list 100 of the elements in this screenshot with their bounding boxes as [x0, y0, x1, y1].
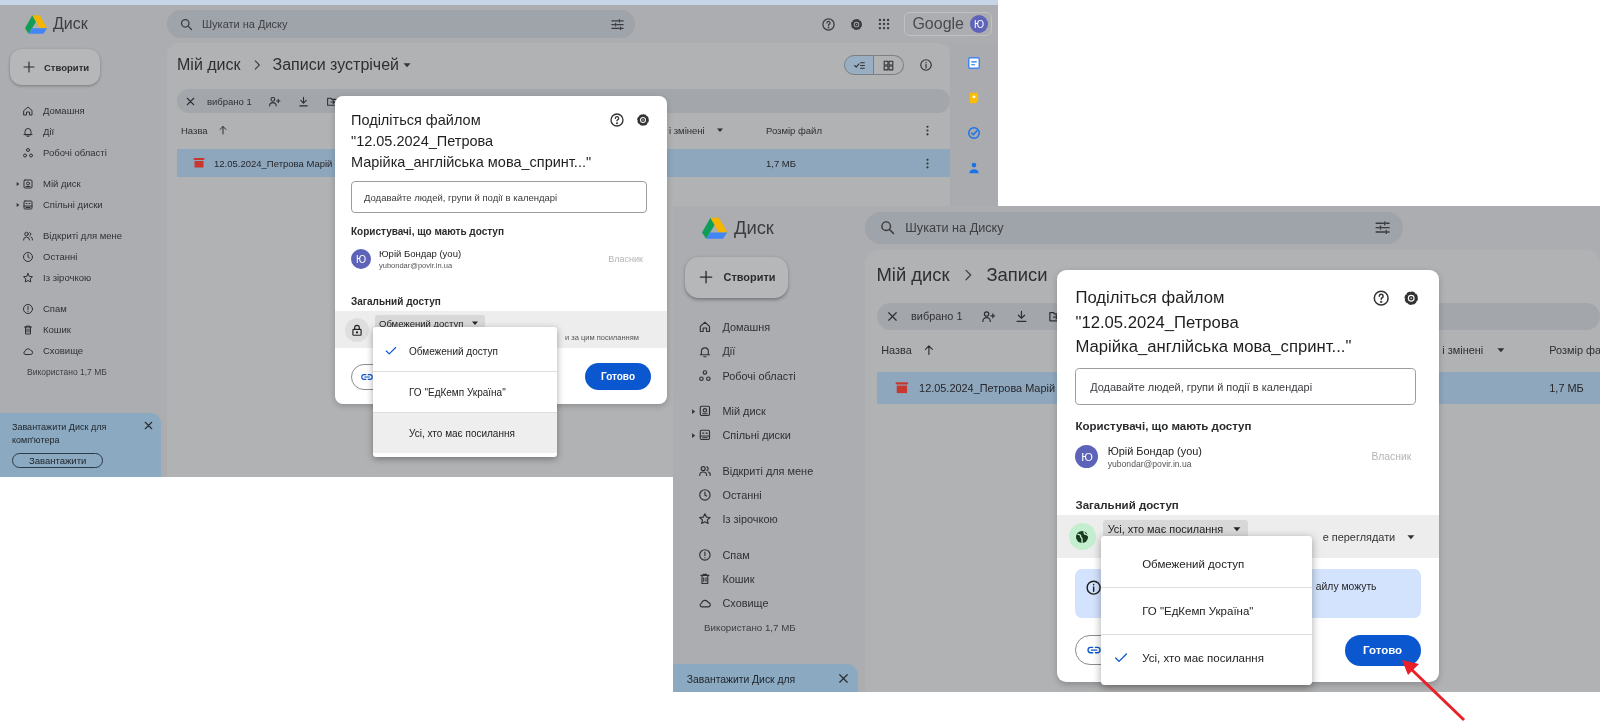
app-name: Диск: [53, 15, 88, 33]
nav-item[interactable]: Останні: [0, 246, 167, 267]
nav-item[interactable]: Відкриті для мене: [0, 225, 167, 246]
nav-item[interactable]: Домашня: [0, 100, 167, 121]
file-size: 1,7 МБ: [766, 157, 797, 169]
user-avatar: Ю: [351, 249, 371, 269]
globe-icon: [1074, 528, 1091, 545]
apps-icon[interactable]: [877, 17, 892, 31]
nav-item[interactable]: Мій диск: [0, 173, 167, 194]
done-button[interactable]: Готово: [1344, 634, 1421, 666]
clock-icon: [698, 488, 713, 503]
column-header[interactable]: і змінені: [1442, 343, 1484, 356]
nav-item[interactable]: Дії: [0, 121, 167, 142]
breadcrumb-item[interactable]: Записи: [986, 264, 1048, 286]
user-name: Юрій Бондар (you): [379, 248, 462, 259]
role-label: Власник: [1371, 451, 1412, 463]
star-icon: [698, 512, 713, 527]
sort-arrow-icon[interactable]: [216, 124, 229, 136]
breadcrumb-item[interactable]: Записи зустрічей: [272, 56, 400, 74]
file-name: 12.05.2024_Петрова Марій: [919, 381, 1056, 394]
column-header[interactable]: Розмір файл: [766, 124, 822, 136]
drive-icon: [698, 404, 713, 419]
help-icon[interactable]: [1372, 288, 1391, 308]
menu-item[interactable]: Усі, хто має посилання: [373, 412, 557, 453]
nav-item[interactable]: Із зірочкою: [0, 267, 167, 288]
nav-item[interactable]: Останні: [673, 483, 866, 508]
nav-item[interactable]: Дії: [673, 339, 866, 364]
nav-item[interactable]: Спам: [0, 298, 167, 319]
notice-text: айлу можуть: [1315, 580, 1377, 592]
column-header[interactable]: Назва: [881, 343, 912, 356]
help-icon[interactable]: [609, 112, 625, 128]
nav-item[interactable]: Із зірочкою: [673, 507, 866, 532]
search-icon: [878, 219, 897, 237]
breadcrumb-item[interactable]: Мій диск: [876, 264, 950, 286]
app-name: Диск: [733, 216, 774, 239]
download-icon[interactable]: [1014, 308, 1030, 324]
menu-item[interactable]: ГО "ЕдКемп Україна": [1100, 586, 1313, 634]
nav-item[interactable]: Сховище: [673, 591, 866, 616]
sort-arrow-icon[interactable]: [922, 342, 936, 357]
nav-item[interactable]: Відкриті для мене: [673, 458, 866, 484]
bell-icon: [698, 344, 713, 359]
filter-icon[interactable]: [1374, 219, 1392, 237]
account-button[interactable]: Google Ю: [904, 12, 992, 36]
clock-icon: [22, 250, 34, 263]
alert-icon: [22, 302, 34, 315]
nav-item[interactable]: Спільні диски: [0, 194, 167, 215]
section-heading: Користувачі, що мають доступ: [1074, 419, 1253, 432]
video-file-icon: [894, 380, 909, 395]
nav-item[interactable]: Кошик: [673, 567, 866, 592]
storage-text: Використано 1,7 МБ: [27, 367, 108, 377]
download-icon[interactable]: [296, 94, 310, 108]
nav-item[interactable]: Робочі області: [0, 142, 167, 163]
nav-item[interactable]: Робочі області: [673, 363, 866, 388]
expand-icon[interactable]: [14, 180, 22, 188]
role-dropdown[interactable]: е переглядати: [1322, 529, 1419, 544]
list-view-button[interactable]: [844, 55, 874, 75]
menu-item[interactable]: Обмежений доступ: [1100, 540, 1313, 587]
selection-count: вибрано 1: [207, 95, 252, 107]
user-avatar: Ю: [1075, 445, 1099, 469]
menu-item[interactable]: Усі, хто має посилання: [1100, 633, 1313, 681]
create-button[interactable]: Створити: [10, 49, 100, 85]
account-avatar: Ю: [970, 15, 988, 33]
filter-icon[interactable]: [610, 16, 625, 32]
nav-item[interactable]: Кошик: [0, 319, 167, 340]
column-header[interactable]: і змінені: [669, 124, 705, 136]
trash-icon: [22, 323, 34, 336]
menu-item[interactable]: Обмежений доступ: [373, 331, 557, 371]
shared-drive-icon: [698, 428, 713, 443]
settings-icon[interactable]: [635, 112, 651, 128]
check-circle-icon[interactable]: [967, 126, 981, 140]
file-size: 1,7 МБ: [1549, 381, 1585, 394]
storage-text: Використано 1,7 МБ: [704, 622, 797, 634]
role-label: Власник: [608, 254, 643, 264]
info-icon[interactable]: [919, 58, 933, 72]
nav-item[interactable]: Спільні диски: [673, 423, 866, 448]
lock-icon: [350, 322, 364, 337]
calendar-icon[interactable]: [967, 56, 981, 70]
nav-item[interactable]: Домашня: [673, 315, 866, 340]
search-field[interactable]: Шукати на Диску: [167, 10, 635, 38]
breadcrumb-item[interactable]: Мій диск: [177, 56, 241, 74]
nav-item[interactable]: Сховище: [0, 340, 167, 361]
trash-icon: [698, 572, 713, 586]
search-field[interactable]: Шукати на Диску: [865, 211, 1404, 244]
info-icon: [1084, 578, 1102, 596]
nav-item[interactable]: Мій диск: [673, 399, 866, 424]
create-button[interactable]: Створити: [684, 256, 788, 298]
done-button[interactable]: Готово: [584, 363, 651, 390]
people-icon: [22, 229, 34, 242]
expand-icon[interactable]: [14, 201, 22, 209]
search-input[interactable]: Шукати на Диску: [905, 220, 1366, 235]
person-add-icon[interactable]: [980, 308, 996, 324]
add-people-field[interactable]: Додавайте людей, групи й події в календарі: [351, 181, 647, 213]
add-people-field[interactable]: Додавайте людей, групи й події в календарі: [1075, 368, 1416, 405]
person-add-icon[interactable]: [267, 94, 281, 108]
search-input[interactable]: Шукати на Диску: [202, 18, 602, 30]
close-icon[interactable]: [142, 419, 155, 432]
user-email: yubondar@povir.in.ua: [1107, 458, 1193, 469]
column-header[interactable]: Назва: [181, 124, 208, 136]
bell-icon: [22, 125, 34, 138]
nav-item[interactable]: Спам: [673, 542, 866, 567]
